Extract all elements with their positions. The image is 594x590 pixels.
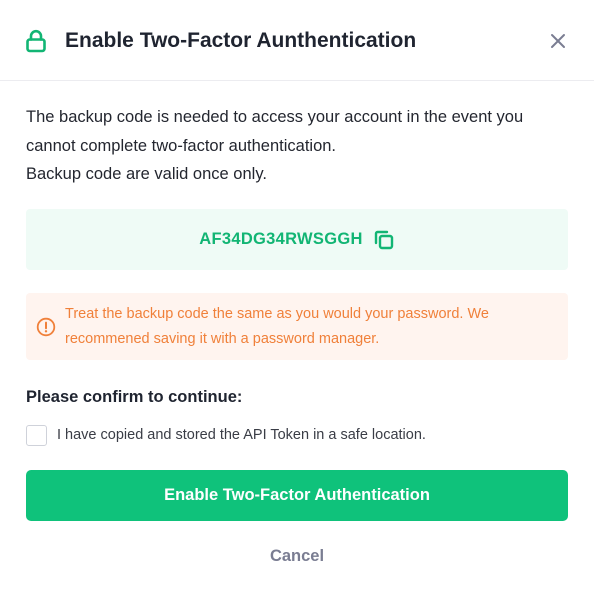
confirm-checkbox-label[interactable]: I have copied and stored the API Token i… xyxy=(57,424,426,446)
info-circle-icon xyxy=(36,317,56,337)
confirm-heading: Please confirm to continue: xyxy=(26,388,243,406)
confirm-checkbox-row[interactable]: I have copied and stored the API Token i… xyxy=(26,424,426,446)
modal-header: Enable Two-Factor Aunthentication xyxy=(0,0,594,81)
enable-2fa-button[interactable]: Enable Two-Factor Authentication xyxy=(26,470,568,521)
modal-title: Enable Two-Factor Aunthentication xyxy=(65,29,417,52)
close-icon xyxy=(551,34,565,48)
close-button[interactable] xyxy=(545,28,571,54)
modal-description: The backup code is needed to access your… xyxy=(26,103,571,189)
description-text: The backup code is needed to access your… xyxy=(26,108,524,155)
warning-text: Treat the backup code the same as you wo… xyxy=(65,306,489,347)
cancel-button[interactable]: Cancel xyxy=(0,540,594,572)
warning-alert: Treat the backup code the same as you wo… xyxy=(26,293,568,360)
lock-icon xyxy=(25,29,47,53)
copy-icon[interactable] xyxy=(373,229,395,251)
two-factor-modal: Enable Two-Factor Aunthentication The ba… xyxy=(0,0,594,590)
validity-note: Backup code are valid once only. xyxy=(26,165,267,183)
backup-code-box: AF34DG34RWSGGH xyxy=(26,209,568,270)
confirm-checkbox[interactable] xyxy=(26,424,47,446)
backup-code[interactable]: AF34DG34RWSGGH xyxy=(199,230,362,249)
